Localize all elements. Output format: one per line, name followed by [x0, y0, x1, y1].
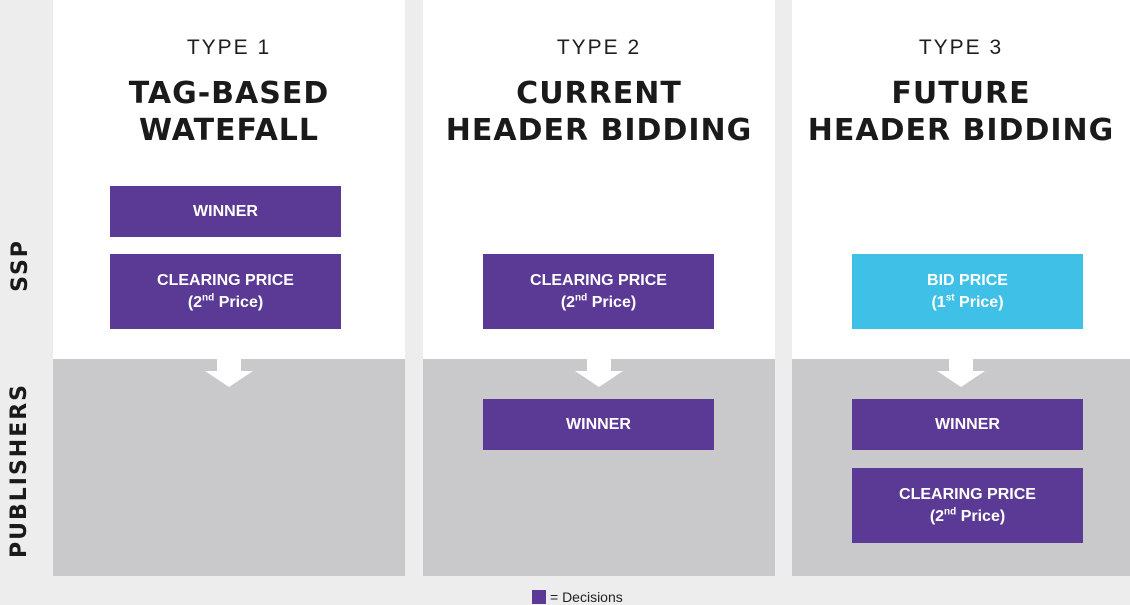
clearing-price-box: CLEARING PRICE (2nd Price) — [852, 468, 1083, 543]
decision-swatch — [532, 590, 546, 604]
type-label: TYPE 2 — [556, 36, 642, 59]
column-type-2: TYPE 2 CURRENT HEADER BIDDING CLEARING P… — [423, 0, 775, 576]
winner-box-label: WINNER — [193, 202, 258, 220]
row-label-ssp-text: SSP — [7, 238, 33, 292]
clearing-price-box: CLEARING PRICE (2nd Price) — [483, 254, 714, 329]
publishers-area — [423, 359, 775, 576]
column-type-3: TYPE 3 FUTURE HEADER BIDDING BID PRICE (… — [792, 0, 1130, 576]
column-title-line2: WATEFALL — [138, 113, 320, 148]
down-arrow-icon — [575, 359, 623, 387]
down-arrow-icon — [205, 359, 253, 387]
clearing-price-label: CLEARING PRICE — [530, 271, 667, 289]
column-title: FUTURE HEADER BIDDING — [792, 75, 1130, 149]
down-arrow-icon — [937, 359, 985, 387]
row-label-publishers-text: PUBLISHERS — [7, 382, 33, 558]
clearing-price-box: CLEARING PRICE (2nd Price) — [110, 254, 341, 329]
row-label-ssp: SSP — [0, 190, 40, 340]
winner-box-label: WINNER — [935, 415, 1000, 433]
legend-label: = Decisions — [550, 589, 623, 605]
legend: = Decisions — [532, 589, 623, 605]
bid-price-sub: (1st Price) — [931, 292, 1004, 311]
type-label: TYPE 3 — [918, 36, 1004, 59]
row-label-publishers: PUBLISHERS — [0, 370, 40, 570]
column-title: CURRENT HEADER BIDDING — [423, 75, 775, 149]
column-title-line2: HEADER BIDDING — [445, 113, 753, 148]
clearing-price-label: CLEARING PRICE — [899, 485, 1036, 503]
column-title-line1: TAG-BASED — [128, 76, 330, 111]
clearing-price-sub: (2nd Price) — [187, 292, 264, 311]
column-title-line1: FUTURE — [891, 76, 1031, 111]
winner-box: WINNER — [483, 399, 714, 450]
column-title: TAG-BASED WATEFALL — [53, 75, 405, 149]
type-label: TYPE 1 — [186, 36, 272, 59]
winner-box: WINNER — [110, 186, 341, 237]
column-type-1: TYPE 1 TAG-BASED WATEFALL WINNER CLEARIN… — [53, 0, 405, 576]
winner-box-label: WINNER — [566, 415, 631, 433]
clearing-price-label: CLEARING PRICE — [157, 271, 294, 289]
clearing-price-sub: (2nd Price) — [929, 506, 1006, 525]
column-title-line2: HEADER BIDDING — [807, 113, 1115, 148]
bid-price-box: BID PRICE (1st Price) — [852, 254, 1083, 329]
winner-box: WINNER — [852, 399, 1083, 450]
clearing-price-sub: (2nd Price) — [560, 292, 637, 311]
publishers-area — [53, 359, 405, 576]
column-title-line1: CURRENT — [516, 76, 682, 111]
bid-price-label: BID PRICE — [927, 271, 1008, 289]
